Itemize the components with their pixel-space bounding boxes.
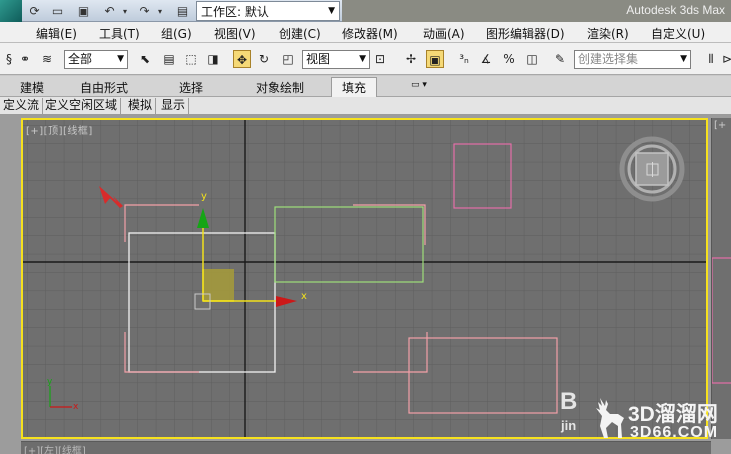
snaps-toggle-icon[interactable]: ³ₙ [455, 50, 473, 68]
named-selection-set-select[interactable]: 创建选择集 ▼ [574, 50, 691, 69]
move-icon[interactable]: ✥ [233, 50, 251, 68]
axis-tripod-x-label: x [73, 402, 79, 412]
chevron-down-icon: ▼ [117, 54, 124, 64]
spinner-snap-icon[interactable]: ◫ [523, 50, 541, 68]
baidu-watermark-suffix: jin [561, 418, 577, 433]
menu-tools[interactable]: 工具(T) [99, 25, 140, 42]
chevron-down-icon: ▼ [359, 54, 366, 64]
select-by-name-icon[interactable]: ▤ [160, 50, 178, 68]
right-viewport-shape [711, 257, 731, 384]
workspace-select[interactable]: 工作区: 默认 ▼ [196, 1, 340, 21]
ribbon-subtabs: 定义流 定义空闲区域 模拟 显示 [0, 97, 731, 115]
baidu-watermark-prefix: B [560, 388, 578, 415]
select-and-manipulate-icon[interactable]: ✢ [402, 50, 420, 68]
right-viewport[interactable]: [+ [711, 118, 731, 439]
rotate-tool-icon[interactable]: ↻ [255, 50, 273, 68]
align-icon[interactable]: ⊳ [722, 50, 731, 68]
menu-views[interactable]: 视图(V) [214, 25, 256, 42]
edit-named-selection-icon[interactable]: ✎ [551, 50, 569, 68]
viewport-grid [23, 120, 706, 437]
gizmo-y-label: y [201, 191, 207, 202]
pivot-center-icon[interactable]: ⊡ [371, 50, 389, 68]
tab-freeform[interactable]: 自由形式 [80, 79, 128, 96]
keyboard-shortcut-override-icon[interactable]: ▣ [426, 50, 444, 68]
ribbon-tabs: 建模 自由形式 选择 对象绘制 填充 ▭ ▾ [0, 76, 731, 99]
menu-bar: 编辑(E) 工具(T) 组(G) 视图(V) 创建(C) 修改器(M) 动画(A… [0, 22, 731, 43]
app-title: Autodesk 3ds Max [626, 3, 725, 17]
scale-icon[interactable]: ◰ [279, 50, 297, 68]
viewport-label[interactable]: [+][顶][线框] [26, 122, 93, 137]
named-selection-set-placeholder: 创建选择集 [578, 52, 639, 66]
select-object-icon[interactable]: ⬉ [136, 50, 154, 68]
undo-dropdown-icon[interactable]: ▾ [120, 3, 130, 19]
deer-logo-icon [596, 398, 624, 438]
redo-dropdown-icon[interactable]: ▾ [155, 3, 165, 19]
main-toolbar: § ⚭ ≋ 全部 ▼ ⬉ ▤ ⬚ ◨ ✥ ↻ ◰ 视图 ▼ ⊡ ✢ ▣ ³ₙ ∡… [0, 43, 731, 75]
chevron-down-icon: ▼ [328, 6, 335, 16]
bind-space-warp-icon[interactable]: ≋ [38, 50, 56, 68]
subtab-simulate[interactable]: 模拟 [125, 98, 157, 114]
mirror-icon[interactable]: ⫴ [702, 50, 720, 68]
menu-edit[interactable]: 编辑(E) [36, 25, 77, 42]
rotate-icon[interactable]: ⟳ [26, 3, 43, 19]
axis-tripod-y-label: y [47, 377, 53, 387]
gizmo-x-label: x [301, 291, 307, 302]
angle-snap-icon[interactable]: ∡ [477, 50, 495, 68]
selection-filter-value: 全部 [68, 52, 93, 66]
menu-customize[interactable]: 自定义(U) [651, 25, 705, 42]
reference-coordinate-select[interactable]: 视图 ▼ [302, 50, 370, 69]
subtab-define-flows[interactable]: 定义流 [0, 98, 44, 114]
tab-object-paint[interactable]: 对象绘制 [256, 79, 304, 96]
app-logo-icon[interactable] [0, 0, 22, 22]
menu-create[interactable]: 创建(C) [279, 25, 321, 42]
tab-populate[interactable]: 填充 [331, 77, 378, 99]
ribbon-options-icon[interactable]: ▭ ▾ [411, 80, 435, 93]
gizmo-plane-handle[interactable] [203, 269, 234, 301]
right-viewport-label[interactable]: [+ [714, 120, 726, 131]
rectangular-selection-icon[interactable]: ⬚ [182, 50, 200, 68]
save-icon[interactable]: ▣ [75, 3, 92, 19]
watermark-url: 3D66.COM [630, 424, 719, 441]
menu-modifiers[interactable]: 修改器(M) [342, 25, 398, 42]
bottom-viewport-label[interactable]: [+][左][线框] [24, 442, 86, 454]
tab-modeling[interactable]: 建模 [20, 79, 44, 96]
percent-snap-icon[interactable]: % [500, 50, 518, 68]
menu-animation[interactable]: 动画(A) [423, 25, 465, 42]
bottom-left-viewport[interactable]: [+][左][线框] [21, 441, 711, 454]
undo-icon[interactable]: ↶ [101, 3, 118, 19]
unlink-icon[interactable]: ⚭ [16, 50, 34, 68]
reference-coordinate-value: 视图 [306, 52, 331, 66]
right-viewport-canvas [711, 257, 731, 384]
selection-filter-select[interactable]: 全部 ▼ [64, 50, 128, 69]
tab-selection[interactable]: 选择 [179, 79, 203, 96]
app-title-bar: Autodesk 3ds Max [342, 0, 731, 22]
menu-rendering[interactable]: 渲染(R) [587, 25, 629, 42]
title-bar: ⟳ ▭ ▣ ↶ ▾ ↷ ▾ ▤ 工作区: 默认 ▼ Autodesk 3ds M… [0, 0, 731, 22]
redo-icon[interactable]: ↷ [136, 3, 153, 19]
subtab-display[interactable]: 显示 [158, 98, 190, 114]
window-crossing-icon[interactable]: ◨ [204, 50, 222, 68]
menu-group[interactable]: 组(G) [161, 25, 192, 42]
viewport-canvas[interactable]: y x y x [23, 120, 706, 437]
workspace-label: 工作区: 默认 [201, 4, 269, 19]
project-folder-icon[interactable]: ▤ [174, 3, 191, 19]
subtab-define-idle-areas[interactable]: 定义空闲区域 [42, 98, 122, 114]
open-folder-icon[interactable]: ▭ [49, 3, 66, 19]
menu-graph-editors[interactable]: 图形编辑器(D) [486, 25, 565, 42]
chevron-down-icon: ▼ [680, 54, 687, 64]
top-viewport[interactable]: y x y x [+][顶][线框] [21, 118, 708, 439]
